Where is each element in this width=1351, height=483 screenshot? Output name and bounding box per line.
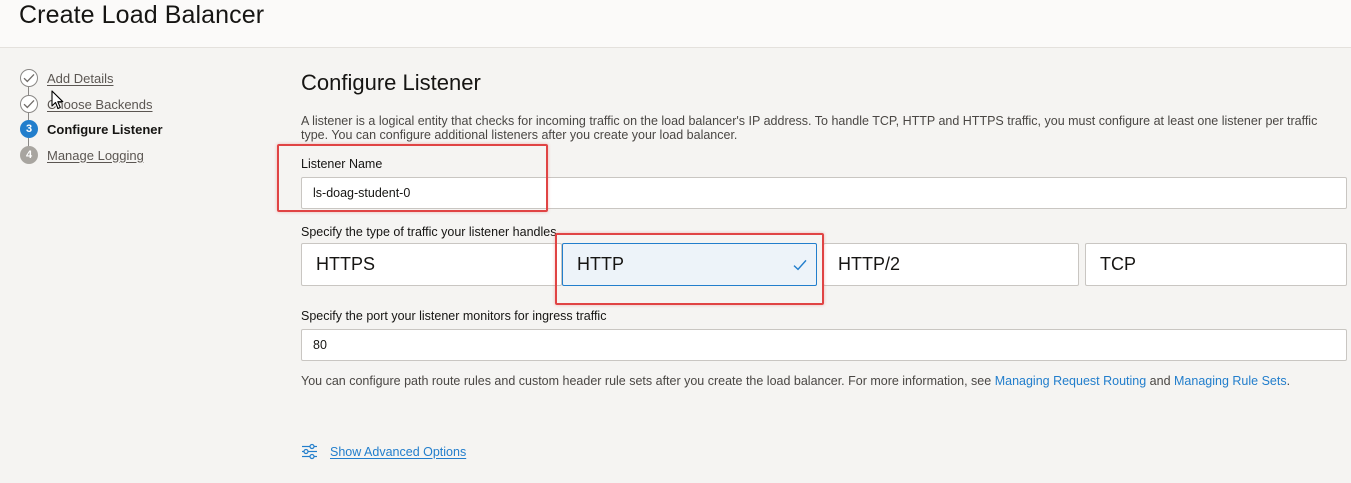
traffic-option-tcp[interactable]: TCP [1085, 243, 1347, 286]
option-label: HTTPS [316, 254, 376, 274]
port-input[interactable] [301, 329, 1347, 361]
managing-request-routing-link[interactable]: Managing Request Routing [995, 374, 1147, 388]
step-choose-backends[interactable]: Choose Backends [20, 94, 153, 114]
step-configure-listener: 3 Configure Listener [20, 119, 163, 139]
page-title: Create Load Balancer [19, 1, 265, 29]
step-label[interactable]: Add Details [47, 71, 113, 86]
option-label: TCP [1100, 254, 1136, 274]
port-label: Specify the port your listener monitors … [301, 309, 607, 323]
page-header: Create Load Balancer [0, 0, 1351, 48]
advanced-options-label: Show Advanced Options [330, 444, 467, 459]
traffic-type-label: Specify the type of traffic your listene… [301, 225, 557, 239]
traffic-option-https[interactable]: HTTPS [301, 243, 562, 286]
traffic-option-http[interactable]: HTTP [562, 243, 817, 286]
help-text-after: . [1286, 374, 1291, 388]
check-circle-icon [20, 95, 38, 113]
option-label: HTTP/2 [838, 254, 901, 274]
help-text-before: You can configure path route rules and c… [301, 374, 995, 388]
step-add-details[interactable]: Add Details [20, 68, 113, 88]
step-number-badge: 4 [20, 146, 38, 164]
check-circle-icon [20, 69, 38, 87]
show-advanced-options-link[interactable]: Show Advanced Options [301, 443, 466, 460]
traffic-option-http2[interactable]: HTTP/2 [823, 243, 1079, 286]
step-manage-logging[interactable]: 4 Manage Logging [20, 145, 144, 165]
listener-name-label: Listener Name [301, 157, 383, 171]
listener-description: A listener is a logical entity that chec… [301, 114, 1318, 142]
sliders-icon [302, 443, 317, 460]
routing-help-text: You can configure path route rules and c… [301, 374, 1346, 389]
step-label[interactable]: Manage Logging [47, 148, 144, 163]
listener-name-input[interactable] [301, 177, 1347, 209]
section-title: Configure Listener [301, 70, 481, 95]
managing-rule-sets-link[interactable]: Managing Rule Sets [1174, 374, 1287, 388]
option-label: HTTP [577, 254, 624, 274]
mouse-cursor-icon [51, 90, 64, 110]
step-label: Configure Listener [47, 121, 163, 137]
step-number-badge: 3 [20, 120, 38, 138]
check-icon [793, 259, 807, 271]
help-text-middle: and [1146, 374, 1175, 388]
